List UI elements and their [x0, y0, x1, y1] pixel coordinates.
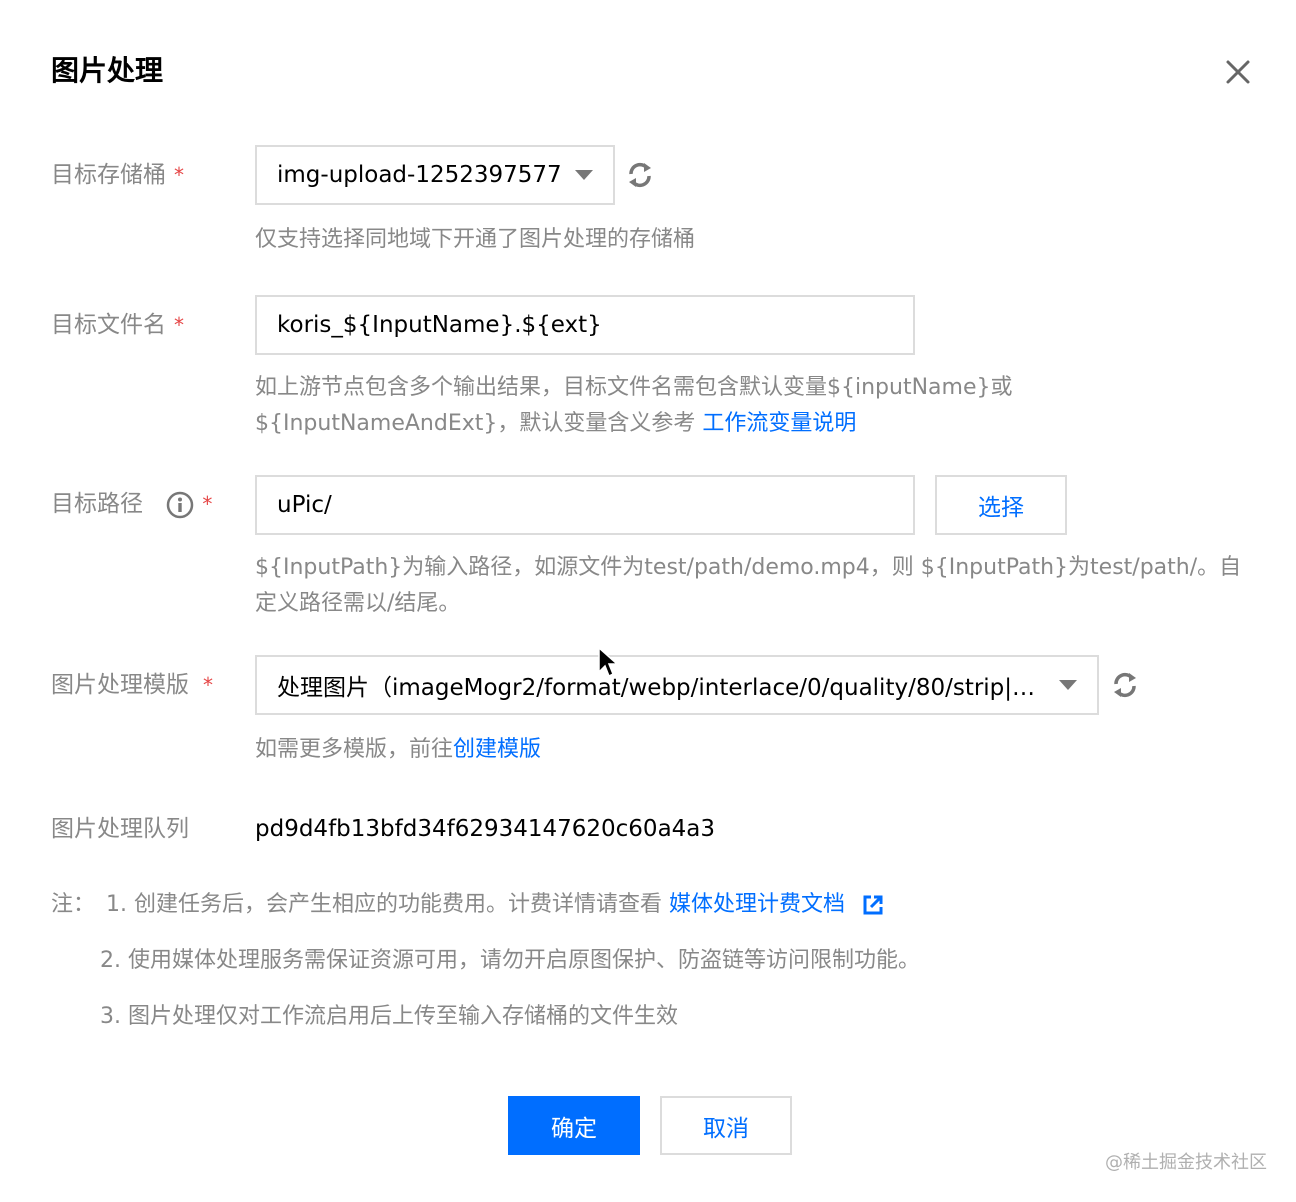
- external-link-icon[interactable]: [862, 894, 884, 916]
- bucket-select-value: img-upload-1252397577: [277, 162, 562, 188]
- path-hint-line2: 定义路径需以/结尾。: [255, 591, 461, 616]
- queue-label: 图片处理队列: [51, 816, 189, 842]
- chevron-down-icon: [1059, 680, 1077, 690]
- create-template-link[interactable]: 创建模版: [453, 737, 541, 762]
- bucket-label: 目标存储桶 *: [51, 159, 184, 191]
- bucket-select[interactable]: img-upload-1252397577: [255, 145, 615, 205]
- note-item-1: 1. 创建任务后，会产生相应的功能费用。计费详情请查看 媒体处理计费文档: [106, 889, 884, 921]
- workflow-variables-link[interactable]: 工作流变量说明: [702, 411, 856, 436]
- filename-label-text: 目标文件名: [51, 312, 166, 338]
- required-mark: *: [174, 313, 184, 337]
- note-item-2: 2. 使用媒体处理服务需保证资源可用，请勿开启原图保护、防盗链等访问限制功能。: [100, 948, 920, 973]
- watermark: @稀土掘金技术社区: [1105, 1152, 1267, 1173]
- select-path-button[interactable]: 选择: [935, 475, 1067, 535]
- info-icon[interactable]: [166, 491, 194, 519]
- path-label-text: 目标路径: [51, 491, 143, 517]
- template-select[interactable]: 处理图片（imageMogr2/format/webp/interlace/0/…: [255, 655, 1099, 715]
- close-icon[interactable]: [1220, 54, 1256, 90]
- image-processing-dialog: 图片处理 目标存储桶 * img-upload-1252397577 仅支持选择同…: [0, 0, 1296, 1202]
- filename-input-value: koris_${InputName}.${ext}: [277, 312, 602, 338]
- chevron-down-icon: [575, 170, 593, 180]
- refresh-icon[interactable]: [625, 160, 655, 190]
- mouse-cursor-icon: [598, 646, 619, 678]
- path-input[interactable]: uPic/: [255, 475, 915, 535]
- notes-prefix: 注：: [51, 892, 96, 917]
- refresh-icon[interactable]: [1110, 670, 1140, 700]
- bucket-hint: 仅支持选择同地域下开通了图片处理的存储桶: [255, 227, 696, 252]
- filename-hint-line2: ${InputNameAndExt}，默认变量含义参考 工作流变量说明: [255, 406, 856, 442]
- template-label: 图片处理模版 *: [51, 669, 213, 701]
- filename-hint-text: ${InputNameAndExt}，默认变量含义参考: [255, 411, 703, 436]
- required-mark: *: [203, 673, 213, 697]
- required-mark: *: [202, 492, 213, 516]
- confirm-button[interactable]: 确定: [508, 1096, 640, 1155]
- filename-hint-line1: 如上游节点包含多个输出结果，目标文件名需包含默认变量${inputName}或: [255, 375, 1013, 400]
- cancel-button[interactable]: 取消: [660, 1096, 792, 1155]
- billing-doc-link[interactable]: 媒体处理计费文档: [669, 892, 845, 917]
- template-hint: 如需更多模版，前往创建模版: [255, 732, 541, 768]
- template-select-value: 处理图片（imageMogr2/format/webp/interlace/0/…: [277, 675, 1059, 701]
- queue-value: pd9d4fb13bfd34f62934147620c60a4a3: [255, 816, 716, 842]
- note-item-1-text: 1. 创建任务后，会产生相应的功能费用。计费详情请查看: [106, 892, 669, 917]
- note-item-3: 3. 图片处理仅对工作流启用后上传至输入存储桶的文件生效: [100, 1004, 678, 1029]
- path-input-value: uPic/: [277, 492, 332, 518]
- dialog-title: 图片处理: [51, 54, 164, 87]
- filename-label: 目标文件名 *: [51, 309, 184, 341]
- required-mark: *: [174, 163, 184, 187]
- template-hint-text: 如需更多模版，前往: [255, 737, 454, 762]
- template-label-text: 图片处理模版: [51, 672, 189, 698]
- filename-input[interactable]: koris_${InputName}.${ext}: [255, 295, 915, 355]
- path-hint-line1: ${InputPath}为输入路径，如源文件为test/path/demo.mp…: [255, 555, 1242, 580]
- bucket-label-text: 目标存储桶: [51, 162, 166, 188]
- path-label: 目标路径 *: [51, 488, 212, 520]
